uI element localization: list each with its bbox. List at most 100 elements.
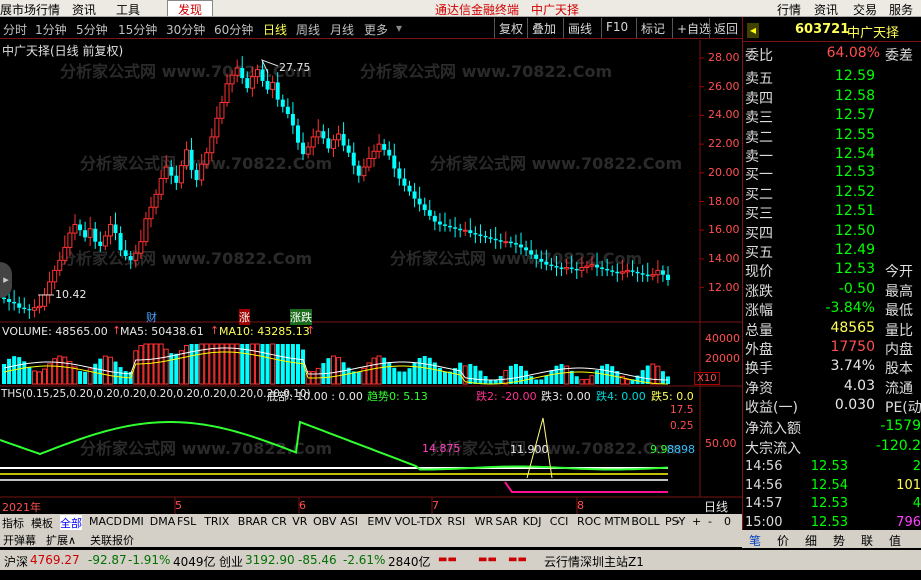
ask-row: 卖四 12.58 xyxy=(745,88,921,108)
quote-switch-icon[interactable]: ◂ xyxy=(747,23,760,38)
indicator-tab[interactable]: MTM xyxy=(604,515,630,528)
indicator-tab[interactable]: 模板 xyxy=(31,515,53,531)
quote-row-value: 48565 xyxy=(830,319,875,336)
ask-row-value: 12.58 xyxy=(834,87,875,104)
menu-service[interactable]: 服务 xyxy=(889,1,913,16)
indicator-tab[interactable]: BRAR xyxy=(238,515,268,528)
bid-row-label: 买四 xyxy=(745,225,773,242)
bid-row-value: 12.50 xyxy=(834,222,875,239)
volume-axis-scale: X10 xyxy=(694,372,720,385)
zoom-out-icon[interactable]: - xyxy=(708,515,712,528)
bid-row: 买三 12.51 xyxy=(745,203,921,223)
status-server[interactable]: 云行情深圳主站Z1 xyxy=(544,553,644,570)
kline-chart[interactable] xyxy=(0,0,742,514)
indicator-tab[interactable]: TRIX xyxy=(204,515,229,528)
ask-row: 卖二 12.55 xyxy=(745,127,921,147)
volume-label: VOLUME: 48565.00 xyxy=(2,325,108,338)
quote-row-label: 收益(一) xyxy=(745,400,798,416)
quote-row-label: 涨幅 xyxy=(745,303,773,319)
quote-row: 涨跌 -0.50 最高 xyxy=(745,281,921,301)
ask-row-label: 卖三 xyxy=(745,110,773,126)
price-axis-tick: 12.00 xyxy=(708,280,740,294)
flow-row: 大宗流入 -120.2 xyxy=(745,438,921,458)
indicator-trend: 趋势0: 5.13 xyxy=(367,390,428,403)
quote-row: 现价 12.53 今开 xyxy=(745,261,921,281)
quote-tab[interactable]: 联 xyxy=(861,532,873,549)
price-axis-tick: 22.00 xyxy=(708,137,740,151)
ask-row-label: 卖五 xyxy=(745,71,773,87)
indicator-tab[interactable]: EMV xyxy=(367,515,391,528)
tick-volume: 796 xyxy=(896,514,921,530)
zoom-reset[interactable]: 0 xyxy=(724,515,731,528)
quote-row: 收益(一) 0.030 PE(动) xyxy=(745,397,921,417)
bid-row-value: 12.49 xyxy=(834,242,875,258)
status-bar: 沪深 4769.27 -92.87 -1.91% 4049亿 创业 3192.9… xyxy=(0,550,921,570)
status-cy-label: 创业 xyxy=(219,555,244,569)
zoom-in-icon[interactable]: + xyxy=(692,515,701,528)
volume-bars xyxy=(2,343,670,385)
indicator-tab[interactable]: CCI xyxy=(550,515,569,528)
indicator-tab[interactable]: DMA xyxy=(150,515,176,528)
price-axis-tick: 14.00 xyxy=(708,251,740,265)
indicator-tab[interactable]: VOL-TDX xyxy=(395,515,443,528)
limit-updown-marker[interactable]: 涨跌 xyxy=(290,309,312,325)
indicator-tab[interactable]: 指标 xyxy=(2,515,24,531)
date-axis-period[interactable]: 日线 xyxy=(704,498,728,515)
indicator-tab[interactable]: ROC xyxy=(577,515,601,528)
menu-quotes[interactable]: 行情 xyxy=(777,1,801,16)
date-axis-year: 2021年 xyxy=(2,501,41,514)
indicator-tab[interactable]: MACD xyxy=(89,515,122,528)
quote-row-label2: 最低 xyxy=(885,303,913,319)
flow-row: 净流入额 -1579 xyxy=(745,418,921,438)
menu-info[interactable]: 资讯 xyxy=(814,1,838,16)
quote-tab[interactable]: 价 xyxy=(777,532,789,549)
quote-name: 中广天择 xyxy=(847,26,900,41)
quote-tab[interactable]: 值 xyxy=(889,532,901,549)
quote-tab[interactable]: 细 xyxy=(805,532,817,549)
indicator-tab[interactable]: WR xyxy=(475,515,494,528)
indicator-tab[interactable]: FSL xyxy=(177,515,196,528)
bid-row-value: 12.52 xyxy=(834,183,875,200)
finance-marker[interactable]: 财 xyxy=(146,309,157,325)
indicator-tab[interactable]: RSI xyxy=(447,515,465,528)
quote-row-label: 现价 xyxy=(745,264,773,280)
weibi-value: 64.08% xyxy=(826,45,880,61)
indicator-tab[interactable]: 全部 xyxy=(60,515,82,531)
danmaku-toggle[interactable]: 开弹幕 xyxy=(3,532,36,548)
quote-tab[interactable]: 笔 xyxy=(749,532,761,549)
indicator-tab[interactable]: ASI xyxy=(340,515,358,528)
quote-row-label2: 量比 xyxy=(885,322,913,339)
bottom-toolbar: 开弹幕 扩展∧ 关联报价 xyxy=(0,530,742,547)
indicator-tab[interactable]: OBV xyxy=(313,515,336,528)
indicator-tab[interactable]: CR xyxy=(271,515,286,528)
indicator-axis-3: 50.00 xyxy=(705,437,737,450)
menu-trade[interactable]: 交易 xyxy=(853,1,877,16)
tick-row: 14:57 12.53 4 xyxy=(745,496,921,516)
indicator-tab[interactable]: KDJ xyxy=(523,515,542,528)
indicator-drop4: 跌4: 0.00 xyxy=(596,390,646,403)
indicator-bottom: 底部: 10.00 : 0.00 xyxy=(267,390,363,403)
bid-row-label: 买二 xyxy=(745,186,773,203)
bid-row-value: 12.53 xyxy=(834,164,875,180)
chart-grid xyxy=(0,40,742,514)
quote-tab[interactable]: 势 xyxy=(833,532,845,549)
indicator-tab[interactable]: SAR xyxy=(495,515,517,528)
status-sh-index: 4769.27 xyxy=(30,553,80,567)
indicator-tab[interactable]: VR xyxy=(292,515,307,528)
ask-row-value: 12.59 xyxy=(834,68,875,84)
indicator-tab[interactable]: BOLL xyxy=(631,515,659,528)
related-quotes-button[interactable]: 关联报价 xyxy=(90,532,134,548)
expand-button[interactable]: 扩展∧ xyxy=(46,532,76,548)
indicator-drop3: 跌3: 0.00 xyxy=(541,390,591,403)
status-cy-percent: -2.61% xyxy=(343,553,386,567)
quote-row: 外盘 17750 内盘 xyxy=(745,339,921,359)
date-axis-jul: 7 xyxy=(432,499,439,512)
indicator-value-d: 8898 xyxy=(667,443,695,456)
volume-axis-mid: 20000 xyxy=(705,352,740,365)
quote-row-label2: 股本 xyxy=(885,361,913,377)
indicator-tab[interactable]: DMI xyxy=(123,515,144,528)
volume-up-arrow-icon: ↑ xyxy=(112,324,122,337)
limit-up-marker[interactable]: 涨 xyxy=(239,309,250,325)
quote-row-label2: PE(动) xyxy=(885,400,921,416)
tab-next-icon[interactable]: › xyxy=(676,515,680,528)
